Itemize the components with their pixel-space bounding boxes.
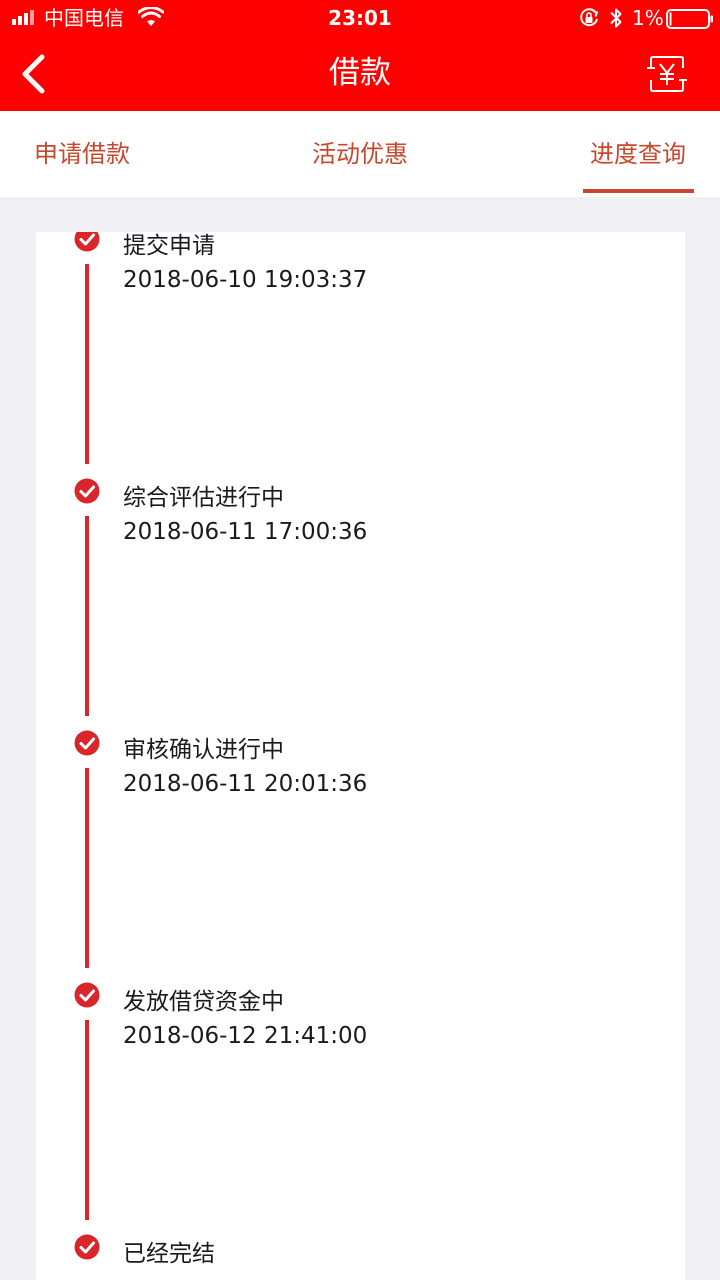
- bluetooth-icon: [610, 8, 622, 28]
- step-title: 审核确认进行中: [123, 737, 284, 763]
- step-title: 提交申请: [123, 233, 215, 259]
- tab-apply-loan[interactable]: 申请借款: [26, 111, 138, 197]
- timeline-connector: [85, 768, 89, 968]
- step-time: 2018-06-11 17:00:36: [123, 519, 368, 545]
- timeline-step: 发放借贷资金中 2018-06-12 21:41:00: [36, 982, 685, 1240]
- check-circle-icon: [74, 982, 100, 1008]
- timeline-connector: [85, 264, 89, 464]
- page-title: 借款: [329, 55, 391, 91]
- step-title: 综合评估进行中: [123, 485, 284, 511]
- timeline-step: 提交申请 2018-06-10 19:03:37: [36, 232, 685, 484]
- step-title: 已经完结: [123, 1241, 215, 1267]
- yuan-exchange-icon[interactable]: [646, 54, 688, 94]
- timeline-step: 已经完结: [36, 1234, 685, 1280]
- status-bar: 中国电信 23:01 1%: [0, 0, 720, 36]
- check-circle-icon: [74, 478, 100, 504]
- timeline-step: 综合评估进行中 2018-06-11 17:00:36: [36, 478, 685, 736]
- tab-bar: 申请借款 活动优惠 进度查询: [0, 111, 720, 197]
- step-title: 发放借贷资金中: [123, 989, 284, 1015]
- nav-bar: 借款: [0, 36, 720, 111]
- rotation-lock-icon: [580, 8, 599, 27]
- step-time: 2018-06-10 19:03:37: [123, 267, 368, 293]
- active-tab-indicator: [583, 189, 694, 193]
- timeline-connector: [85, 1020, 89, 1220]
- battery-icon: [666, 9, 713, 29]
- check-circle-icon: [74, 232, 100, 252]
- check-circle-icon: [74, 1234, 100, 1260]
- step-time: 2018-06-12 21:41:00: [123, 1023, 368, 1049]
- app-header: 中国电信 23:01 1% 借款: [0, 0, 720, 111]
- check-circle-icon: [74, 730, 100, 756]
- tab-promotions[interactable]: 活动优惠: [304, 111, 416, 197]
- timeline-connector: [85, 516, 89, 716]
- progress-timeline: 提交申请 2018-06-10 19:03:37 综合评估进行中 2018-06…: [36, 232, 685, 1280]
- timeline-step: 审核确认进行中 2018-06-11 20:01:36: [36, 730, 685, 988]
- step-time: 2018-06-11 20:01:36: [123, 771, 368, 797]
- tab-progress-query[interactable]: 进度查询: [582, 111, 694, 197]
- battery-percent: 1%: [632, 6, 664, 30]
